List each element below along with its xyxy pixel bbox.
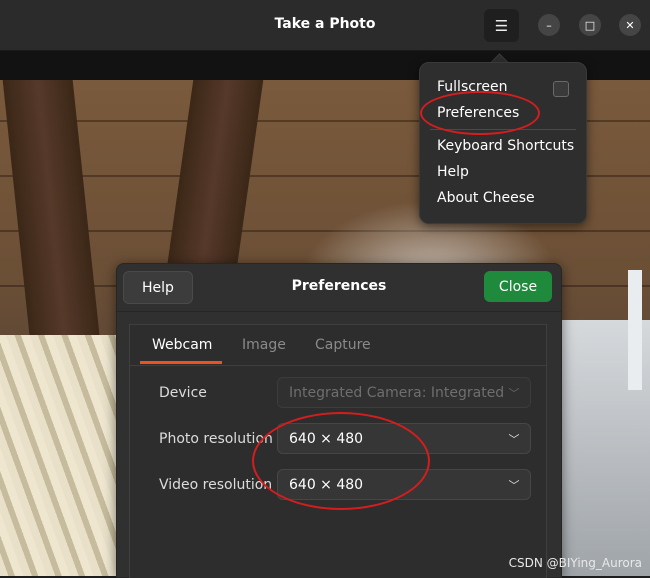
main-menu-popover: Fullscreen Preferences Keyboard Shortcut… xyxy=(419,62,587,224)
preferences-dialog: Help Preferences Close Webcam Image Capt… xyxy=(116,263,562,578)
chevron-down-icon: ﹀ xyxy=(508,432,520,446)
menu-item-keyboard-shortcuts[interactable]: Keyboard Shortcuts xyxy=(437,138,574,154)
close-button[interactable]: Close xyxy=(484,271,552,302)
minimize-icon: – xyxy=(546,18,552,32)
photo-resolution-select[interactable]: 640 × 480 ﹀ xyxy=(277,423,531,454)
close-window-button[interactable]: ✕ xyxy=(619,14,641,36)
chevron-down-icon: ﹀ xyxy=(508,386,520,400)
preferences-notebook: Webcam Image Capture Device Integrated C… xyxy=(129,324,547,578)
menu-item-fullscreen[interactable]: Fullscreen xyxy=(437,79,507,95)
main-menu-button[interactable]: ☰ xyxy=(484,9,519,42)
menu-separator xyxy=(430,129,576,130)
photo-resolution-value: 640 × 480 xyxy=(289,430,364,447)
video-resolution-label: Video resolution xyxy=(159,477,273,493)
maximize-icon: □ xyxy=(584,18,596,32)
device-select[interactable]: Integrated Camera: Integrated C ﹀ xyxy=(277,377,531,408)
bracket-image xyxy=(628,270,642,390)
menu-item-preferences[interactable]: Preferences xyxy=(437,105,519,121)
hamburger-icon: ☰ xyxy=(494,16,509,35)
tab-webcam[interactable]: Webcam xyxy=(152,337,212,353)
close-icon: ✕ xyxy=(625,18,635,32)
header-bar: Take a Photo ☰ – □ ✕ xyxy=(0,0,650,51)
device-label: Device xyxy=(159,385,207,401)
menu-item-about[interactable]: About Cheese xyxy=(437,190,535,206)
dialog-header: Help Preferences Close xyxy=(117,264,561,312)
device-value: Integrated Camera: Integrated C xyxy=(289,384,504,401)
maximize-button[interactable]: □ xyxy=(579,14,601,36)
tab-capture[interactable]: Capture xyxy=(315,337,371,353)
watermark-text: CSDN @BIYing_Aurora xyxy=(508,556,642,570)
photo-resolution-label: Photo resolution xyxy=(159,431,273,447)
chevron-down-icon: ﹀ xyxy=(508,478,520,492)
menu-item-help[interactable]: Help xyxy=(437,164,469,180)
curtain-image xyxy=(0,335,125,576)
video-resolution-value: 640 × 480 xyxy=(289,476,364,493)
minimize-button[interactable]: – xyxy=(538,14,560,36)
fullscreen-checkbox[interactable] xyxy=(553,81,569,97)
tab-image[interactable]: Image xyxy=(242,337,286,353)
tab-bar: Webcam Image Capture xyxy=(130,325,546,366)
video-resolution-select[interactable]: 640 × 480 ﹀ xyxy=(277,469,531,500)
active-tab-indicator xyxy=(140,361,222,364)
